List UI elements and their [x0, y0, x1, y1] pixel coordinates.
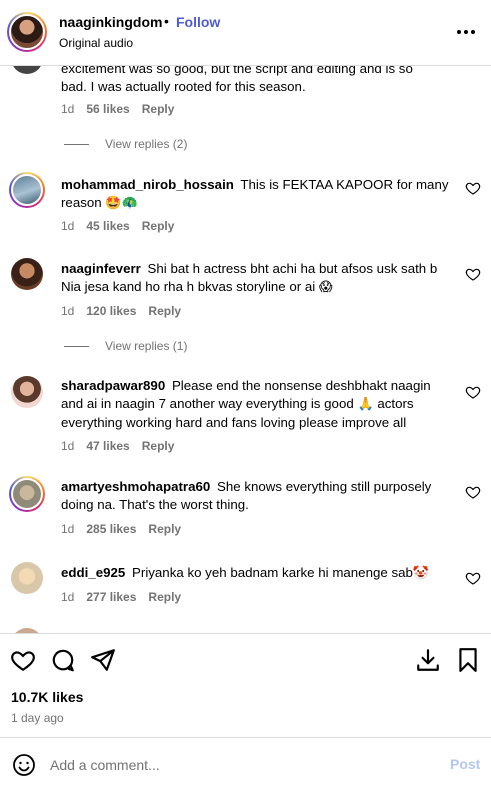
heart-icon[interactable]	[465, 570, 481, 586]
post-header: naaginkingdom • Follow Original audio	[0, 0, 491, 66]
comment-text: amartyeshmohapatra60 She knows everythin…	[61, 479, 432, 512]
more-options-icon[interactable]	[454, 20, 478, 44]
comment-time[interactable]: 1d	[61, 590, 74, 604]
heart-icon[interactable]	[465, 266, 481, 282]
post-timestamp: 1 day ago	[11, 711, 64, 725]
comment-time[interactable]: 1d	[61, 522, 74, 536]
comment-emoji: 🤡	[412, 566, 430, 581]
comment-time[interactable]: 1d	[61, 439, 74, 453]
commenter-avatar[interactable]	[11, 258, 43, 290]
post-comment-button[interactable]: Post	[450, 756, 480, 772]
heart-icon[interactable]	[465, 484, 481, 500]
comment-username[interactable]: eddi_e925	[61, 565, 125, 580]
comment-likes[interactable]: 45 likes	[86, 219, 129, 233]
comment-likes[interactable]: 277 likes	[86, 590, 136, 604]
reply-button[interactable]: Reply	[148, 304, 181, 318]
commenter-avatar[interactable]	[9, 172, 45, 208]
add-comment-input[interactable]	[50, 753, 430, 777]
comment-time[interactable]: 1d	[61, 219, 74, 233]
comment-likes[interactable]: 285 likes	[86, 522, 136, 536]
emoji-icon[interactable]	[12, 753, 36, 777]
reply-button[interactable]: Reply	[142, 219, 175, 233]
separator-dot: •	[164, 13, 169, 29]
comment-emoji: 😱	[318, 280, 333, 295]
bookmark-icon[interactable]	[455, 647, 481, 673]
profile-avatar[interactable]	[7, 12, 47, 52]
comment-likes[interactable]: 47 likes	[86, 439, 129, 453]
comment-text: naaginfeverr Shi bat h actress bht achi …	[61, 261, 438, 295]
comment-text: excitement was so good, but the script a…	[61, 66, 413, 94]
reply-button[interactable]: Reply	[148, 590, 181, 604]
comment-meta: 1d 277 likes Reply	[61, 590, 193, 604]
reply-button[interactable]: Reply	[142, 102, 175, 116]
comment-likes[interactable]: 120 likes	[86, 304, 136, 318]
comment-icon[interactable]	[50, 647, 76, 673]
comment-username[interactable]: amartyeshmohapatra60	[61, 479, 210, 494]
comment-username[interactable]: naaginfeverr	[61, 261, 141, 276]
commenter-avatar[interactable]	[11, 376, 43, 408]
comment-time[interactable]: 1d	[61, 304, 74, 318]
comment-meta: 1d 45 likes Reply	[61, 219, 186, 233]
view-replies-button[interactable]: View replies (2)	[64, 137, 187, 151]
comment-meta: 1d 47 likes Reply	[61, 439, 186, 453]
view-replies-button[interactable]: View replies (1)	[64, 339, 187, 353]
comment-text: sharadpawar890 Please end the nonsense d…	[61, 378, 431, 430]
reply-button[interactable]: Reply	[148, 522, 181, 536]
reply-button[interactable]: Reply	[142, 439, 175, 453]
post-username[interactable]: naaginkingdom	[59, 14, 162, 30]
comment-time[interactable]: 1d	[61, 102, 74, 116]
heart-icon[interactable]	[465, 180, 481, 196]
comments-list[interactable]: excitement was so good, but the script a…	[0, 66, 491, 633]
commenter-avatar[interactable]	[11, 562, 43, 594]
commenter-avatar[interactable]	[9, 476, 45, 512]
post-actions: 10.7K likes 1 day ago Post	[0, 633, 491, 786]
post-likes-count[interactable]: 10.7K likes	[11, 689, 83, 705]
comment-username[interactable]: mohammad_nirob_hossain	[61, 177, 234, 192]
follow-button[interactable]: Follow	[176, 14, 220, 30]
heart-icon[interactable]	[10, 647, 36, 673]
add-comment-row: Post	[0, 737, 491, 786]
audio-label[interactable]: Original audio	[59, 36, 133, 50]
comment-emoji: 🙏	[357, 397, 374, 412]
comment-likes[interactable]: 56 likes	[86, 102, 129, 116]
comment-meta: 1d 56 likes Reply	[61, 102, 186, 116]
comment-text: eddi_e925 Priyanka ko yeh badnam karke h…	[61, 565, 430, 581]
share-icon[interactable]	[90, 647, 116, 673]
comment-emoji: 🤩🦚	[105, 196, 138, 211]
download-icon[interactable]	[415, 647, 441, 673]
comment-meta: 1d 285 likes Reply	[61, 522, 193, 536]
commenter-avatar[interactable]	[11, 66, 43, 74]
comment-username[interactable]: sharadpawar890	[61, 378, 165, 393]
comment-text: mohammad_nirob_hossain This is FEKTAA KA…	[61, 177, 449, 211]
heart-icon[interactable]	[465, 384, 481, 400]
comment-meta: 1d 120 likes Reply	[61, 304, 193, 318]
